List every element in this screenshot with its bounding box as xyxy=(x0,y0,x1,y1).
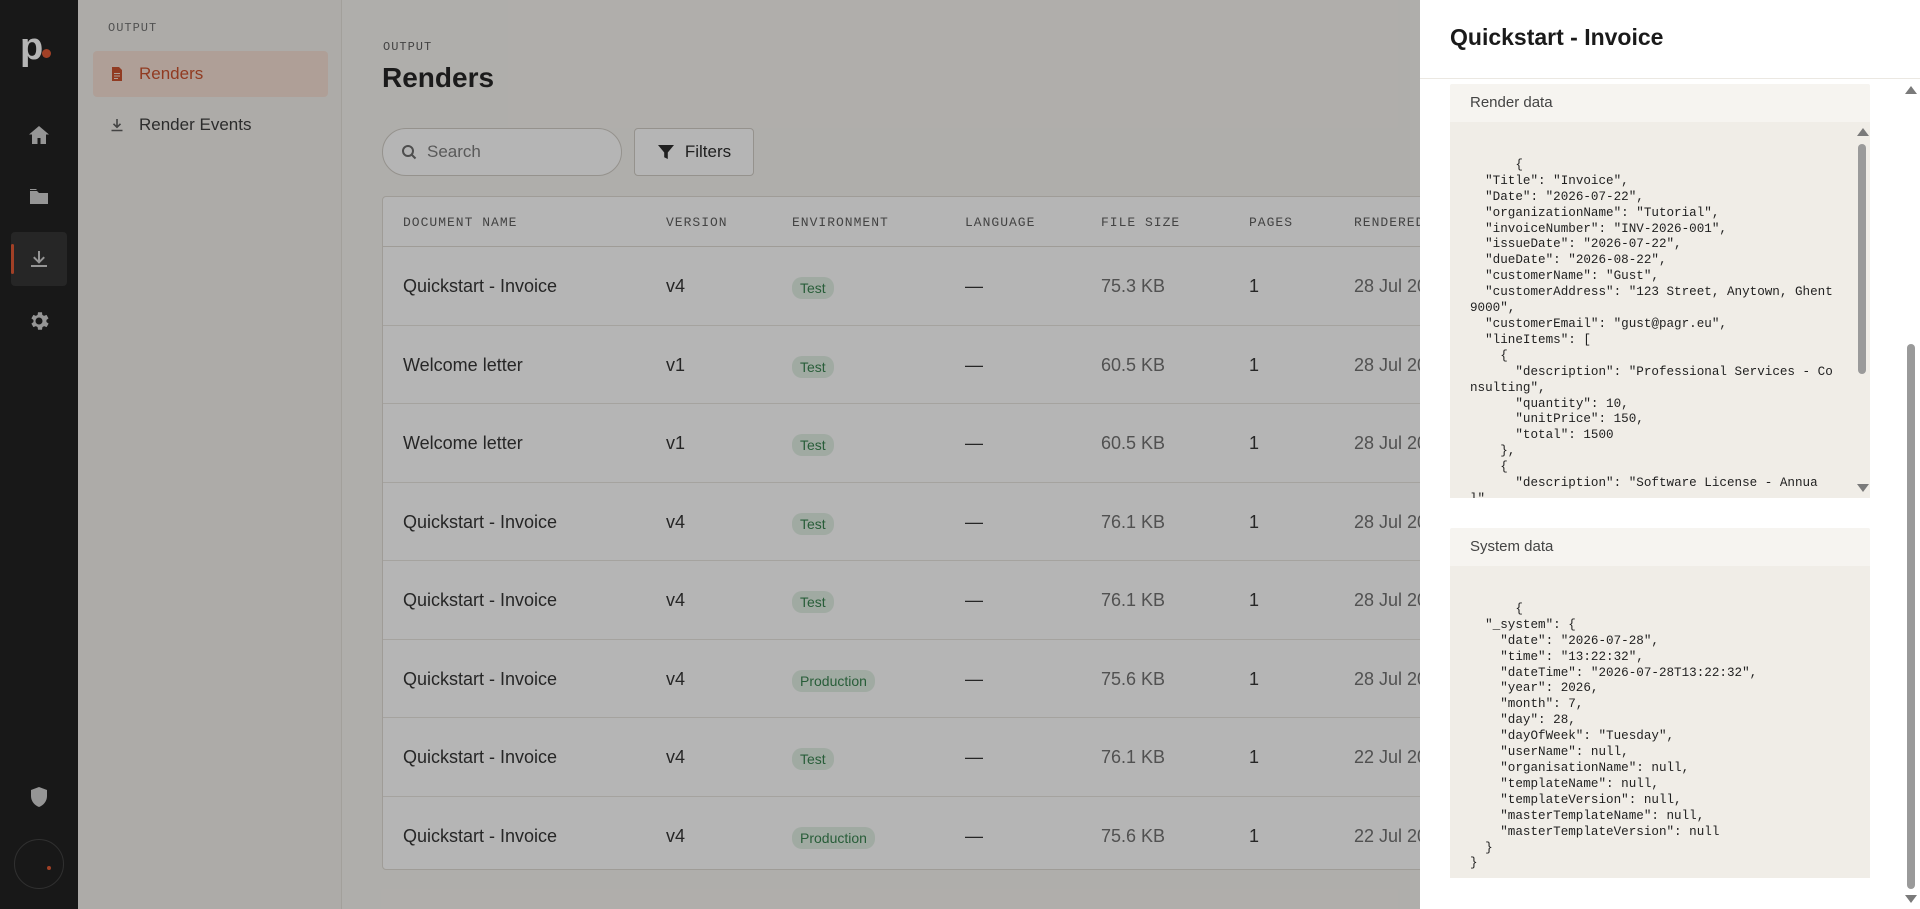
system-data-section: System data { "_system": { "date": "2026… xyxy=(1450,528,1870,878)
drawer-scrollbar[interactable] xyxy=(1904,80,1918,909)
scroll-up-arrow[interactable] xyxy=(1905,86,1917,94)
scroll-up-arrow[interactable] xyxy=(1857,128,1869,136)
system-data-code[interactable]: { "_system": { "date": "2026-07-28", "ti… xyxy=(1450,566,1870,878)
system-data-label: System data xyxy=(1470,538,1554,555)
system-data-json: { "_system": { "date": "2026-07-28", "ti… xyxy=(1470,601,1758,871)
scroll-thumb[interactable] xyxy=(1858,144,1866,374)
scroll-down-arrow[interactable] xyxy=(1857,484,1869,492)
render-data-json: { "Title": "Invoice", "Date": "2026-07-2… xyxy=(1470,157,1833,498)
render-data-section: Render data { "Title": "Invoice", "Date"… xyxy=(1450,84,1870,498)
render-data-code[interactable]: { "Title": "Invoice", "Date": "2026-07-2… xyxy=(1450,122,1870,498)
scroll-down-arrow[interactable] xyxy=(1905,895,1917,903)
scroll-thumb[interactable] xyxy=(1907,344,1915,889)
drawer-title: Quickstart - Invoice xyxy=(1450,24,1664,50)
drawer-divider xyxy=(1420,78,1920,79)
render-detail-drawer: Quickstart - Invoice Render data { "Titl… xyxy=(1420,0,1920,909)
render-data-scrollbar[interactable] xyxy=(1856,122,1870,498)
render-data-label: Render data xyxy=(1470,94,1553,111)
